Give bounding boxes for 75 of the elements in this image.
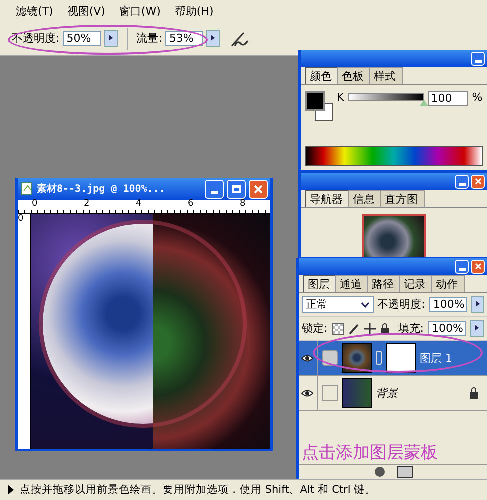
panel-tab[interactable]: 记录 — [399, 275, 433, 292]
percent-label: % — [472, 91, 483, 104]
status-text: 点按并拖移以用前景色绘画。要用附加选项，使用 Shift、Alt 和 Ctrl 键。 — [20, 483, 376, 497]
channel-label: K — [337, 91, 344, 104]
layer-row[interactable]: 背景 — [299, 376, 487, 411]
panel-tab[interactable]: 色板 — [337, 67, 371, 84]
airbrush-icon[interactable] — [229, 30, 252, 48]
minimize-button[interactable] — [205, 180, 224, 198]
arrow-button[interactable] — [206, 30, 220, 47]
flow-field[interactable]: 53% — [165, 31, 204, 46]
menu-item[interactable]: 窗口(W) — [119, 4, 161, 18]
ruler-mark: 0 — [18, 214, 24, 224]
panel-tab[interactable]: 动作 — [431, 275, 465, 292]
lock-label: 锁定: — [302, 321, 328, 336]
color-spectrum[interactable] — [305, 146, 483, 166]
panel-tab[interactable]: 信息 — [348, 190, 382, 207]
ruler-mark: 8 — [240, 199, 246, 209]
opacity-field[interactable]: 50% — [62, 31, 101, 46]
image-thumbnail — [362, 214, 426, 257]
minimize-button[interactable] — [455, 174, 469, 188]
ruler-mark: 2 — [84, 199, 90, 209]
close-button[interactable] — [471, 174, 485, 188]
layer-thumbnail — [342, 378, 372, 408]
panel-tab[interactable]: 通道 — [335, 275, 369, 292]
close-icon — [474, 263, 482, 270]
ruler-mark: 0 — [32, 199, 38, 209]
chevron-down-icon — [360, 302, 370, 308]
fill-label: 填充: — [398, 321, 424, 336]
ruler-mark: 6 — [188, 199, 194, 209]
link-box[interactable] — [322, 350, 338, 366]
menu-item[interactable]: 帮助(H) — [174, 4, 214, 18]
layer-name: 图层 1 — [420, 350, 452, 366]
panel-tab[interactable]: 导航器 — [305, 190, 350, 207]
fill-field[interactable]: 100% — [428, 321, 466, 336]
close-button[interactable] — [471, 260, 485, 274]
close-button[interactable] — [249, 180, 268, 198]
close-icon — [474, 178, 482, 185]
menu-item[interactable]: 滤镜(T) — [16, 4, 54, 18]
slider-thumb[interactable] — [420, 100, 428, 106]
minimize-button[interactable] — [455, 260, 469, 274]
brush-icon[interactable] — [348, 322, 360, 334]
panel-tab[interactable]: 颜色 — [305, 67, 339, 84]
value-field[interactable]: 100 — [428, 91, 468, 106]
layer-style-icon[interactable] — [373, 466, 387, 478]
file-icon — [20, 182, 34, 196]
eye-icon[interactable] — [301, 354, 314, 362]
panel-tab[interactable]: 路径 — [367, 275, 401, 292]
panel-tab[interactable]: 直方图 — [380, 190, 425, 207]
close-icon — [254, 184, 263, 194]
color-swatches-icon[interactable] — [305, 91, 333, 121]
maximize-button[interactable] — [227, 180, 246, 198]
arrow-button[interactable] — [104, 30, 118, 47]
layer-row[interactable]: 图层 1 — [299, 341, 487, 376]
menu-item[interactable]: 视图(V) — [67, 4, 106, 18]
mask-thumbnail — [386, 343, 416, 373]
minimize-button[interactable] — [471, 52, 485, 66]
layer-name: 背景 — [376, 386, 398, 400]
lock-icon[interactable] — [380, 322, 390, 334]
ruler-mark: 4 — [136, 199, 142, 209]
lock-transparency-icon[interactable] — [332, 322, 344, 334]
blend-mode-dropdown[interactable]: 正常 — [302, 296, 374, 313]
move-icon[interactable] — [364, 322, 376, 334]
arrow-button[interactable] — [470, 320, 484, 337]
arrow-button[interactable] — [471, 296, 484, 313]
layer-thumbnail — [342, 343, 372, 373]
panel-tab[interactable]: 样式 — [369, 67, 403, 84]
opacity-field[interactable]: 100% — [429, 297, 468, 312]
eye-icon[interactable] — [301, 388, 314, 398]
opacity-label: 不透明度: — [378, 297, 426, 312]
window-title: 素材8--3.jpg @ 100%... — [37, 182, 166, 196]
panel-tab[interactable]: 图层 — [303, 275, 337, 292]
annotation-text: 点击添加图层蒙板 — [302, 442, 439, 464]
add-mask-button[interactable] — [397, 466, 413, 478]
play-icon[interactable] — [8, 485, 14, 495]
flow-label: 流量: — [136, 31, 162, 46]
